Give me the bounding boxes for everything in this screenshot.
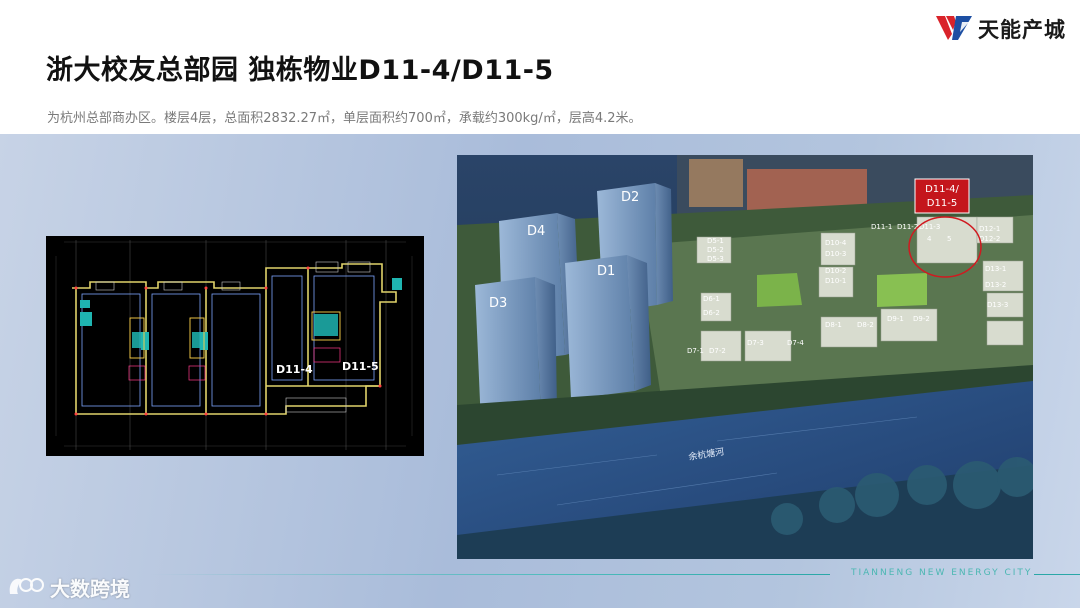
svg-text:D6-1: D6-1 bbox=[703, 295, 720, 303]
footer-tagline: TIANNENG NEW ENERGY CITY bbox=[851, 568, 1033, 578]
svg-text:D11-1: D11-1 bbox=[871, 223, 892, 231]
footer-divider-right bbox=[1034, 574, 1080, 575]
svg-text:D5-1: D5-1 bbox=[707, 237, 724, 245]
svg-text:D9-1: D9-1 bbox=[887, 315, 904, 323]
svg-text:D12-1: D12-1 bbox=[979, 225, 1000, 233]
svg-text:D7-4: D7-4 bbox=[787, 339, 804, 347]
svg-text:D2: D2 bbox=[621, 190, 639, 205]
svg-text:D8-1: D8-1 bbox=[825, 321, 842, 329]
svg-text:D7-3: D7-3 bbox=[747, 339, 764, 347]
svg-text:D10-1: D10-1 bbox=[825, 277, 846, 285]
svg-text:D7-1: D7-1 bbox=[687, 347, 704, 355]
page-subtitle: 为杭州总部商办区。楼层4层，总面积2832.27㎡，单层面积约700㎡，承载约3… bbox=[47, 111, 642, 126]
brand-logo: 天能产城 bbox=[936, 12, 1066, 46]
floorplan-label-d11-4: D11-4 bbox=[276, 363, 313, 376]
svg-text:5: 5 bbox=[947, 235, 951, 243]
svg-text:D5-2: D5-2 bbox=[707, 246, 724, 254]
svg-text:D13-1: D13-1 bbox=[985, 265, 1006, 273]
svg-text:D9-2: D9-2 bbox=[913, 315, 930, 323]
aerial-render-image: D4 D2 D1 D3 D5-1 D5-2 D5-3 D6-1 D6-2 D7-1 D7… bbox=[457, 155, 1033, 559]
svg-text:D10-2: D10-2 bbox=[825, 267, 846, 275]
svg-text:D10-4: D10-4 bbox=[825, 239, 847, 247]
brand-name: 天能产城 bbox=[978, 18, 1066, 42]
footer-divider bbox=[150, 574, 830, 575]
tianneng-logo-icon bbox=[936, 12, 972, 46]
svg-text:D3: D3 bbox=[489, 296, 507, 311]
aerial-callout-line-2: D11-5 bbox=[927, 198, 957, 209]
svg-text:4: 4 bbox=[927, 235, 932, 243]
svg-text:D7-2: D7-2 bbox=[709, 347, 726, 355]
watermark-logo-icon bbox=[6, 572, 44, 602]
svg-text:D5-3: D5-3 bbox=[707, 255, 724, 263]
svg-text:D10-3: D10-3 bbox=[825, 250, 846, 258]
svg-text:D4: D4 bbox=[527, 224, 545, 239]
svg-text:D8-2: D8-2 bbox=[857, 321, 874, 329]
floor-plan-image: D11-4 D11-5 bbox=[46, 236, 424, 456]
svg-text:D6-2: D6-2 bbox=[703, 309, 720, 317]
aerial-callout-line-1: D11-4/ bbox=[925, 184, 959, 195]
watermark-text: 大数跨境 bbox=[50, 576, 130, 601]
watermark: 大数跨境 bbox=[6, 572, 130, 602]
page-title: 浙大校友总部园 独栋物业D11-4/D11-5 bbox=[46, 55, 554, 86]
svg-text:D12-2: D12-2 bbox=[979, 235, 1000, 243]
floorplan-label-d11-5: D11-5 bbox=[342, 360, 379, 373]
svg-text:D1: D1 bbox=[597, 264, 615, 279]
svg-text:D13-2: D13-2 bbox=[985, 281, 1006, 289]
svg-text:D13-3: D13-3 bbox=[987, 301, 1008, 309]
